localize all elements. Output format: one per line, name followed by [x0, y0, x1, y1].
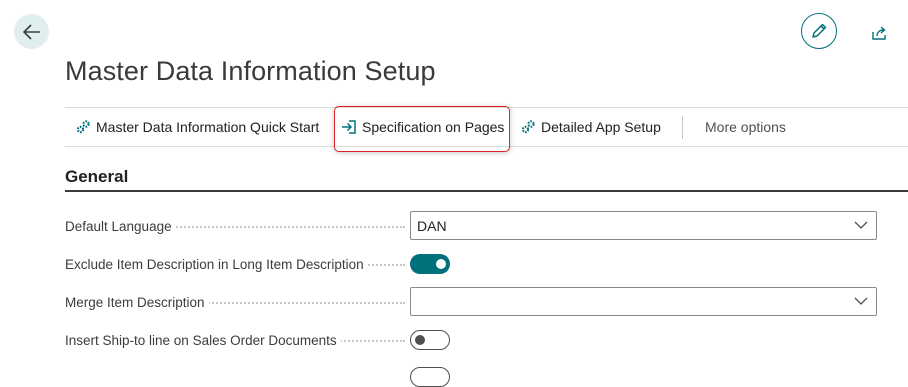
- quick-start-label: Master Data Information Quick Start: [96, 119, 320, 135]
- highlight-box: [334, 106, 510, 152]
- chevron-down-icon: [854, 221, 868, 229]
- toggle-knob: [436, 259, 446, 269]
- quick-start-action[interactable]: Master Data Information Quick Start: [75, 108, 319, 146]
- back-button[interactable]: [14, 14, 49, 49]
- share-button[interactable]: [870, 23, 890, 43]
- default-language-select[interactable]: DAN: [410, 211, 877, 240]
- next-field-toggle[interactable]: [410, 367, 450, 387]
- exclude-item-description-toggle[interactable]: [410, 254, 450, 274]
- share-icon: [872, 26, 886, 40]
- edit-button[interactable]: [801, 13, 837, 49]
- field-label: Default Language: [65, 211, 176, 241]
- field-row-exclude-item-description: Exclude Item Description in Long Item De…: [65, 249, 908, 279]
- page-title: Master Data Information Setup: [65, 56, 436, 86]
- gears-icon: [520, 119, 536, 135]
- field-label: Merge Item Description: [65, 287, 209, 317]
- detailed-app-setup-action[interactable]: Detailed App Setup: [520, 108, 661, 146]
- field-row-default-language: Default Language DAN: [65, 211, 908, 241]
- field-row-merge-item-description: Merge Item Description: [65, 287, 908, 317]
- pencil-icon: [812, 23, 827, 38]
- action-separator: [682, 116, 683, 139]
- more-options-button[interactable]: More options: [705, 108, 786, 146]
- detailed-app-setup-label: Detailed App Setup: [541, 119, 661, 135]
- field-label: Insert Ship-to line on Sales Order Docum…: [65, 325, 341, 355]
- insert-ship-to-toggle[interactable]: [410, 330, 450, 350]
- arrow-left-icon: [22, 23, 40, 40]
- gears-icon: [75, 119, 91, 135]
- section-divider: [65, 190, 908, 192]
- field-label: Exclude Item Description in Long Item De…: [65, 249, 368, 279]
- merge-item-description-select[interactable]: [410, 287, 877, 316]
- section-title: General: [65, 167, 129, 186]
- toggle-knob: [415, 334, 425, 345]
- field-row-insert-ship-to: Insert Ship-to line on Sales Order Docum…: [65, 325, 908, 355]
- chevron-down-icon: [854, 297, 868, 305]
- select-value: DAN: [417, 217, 447, 234]
